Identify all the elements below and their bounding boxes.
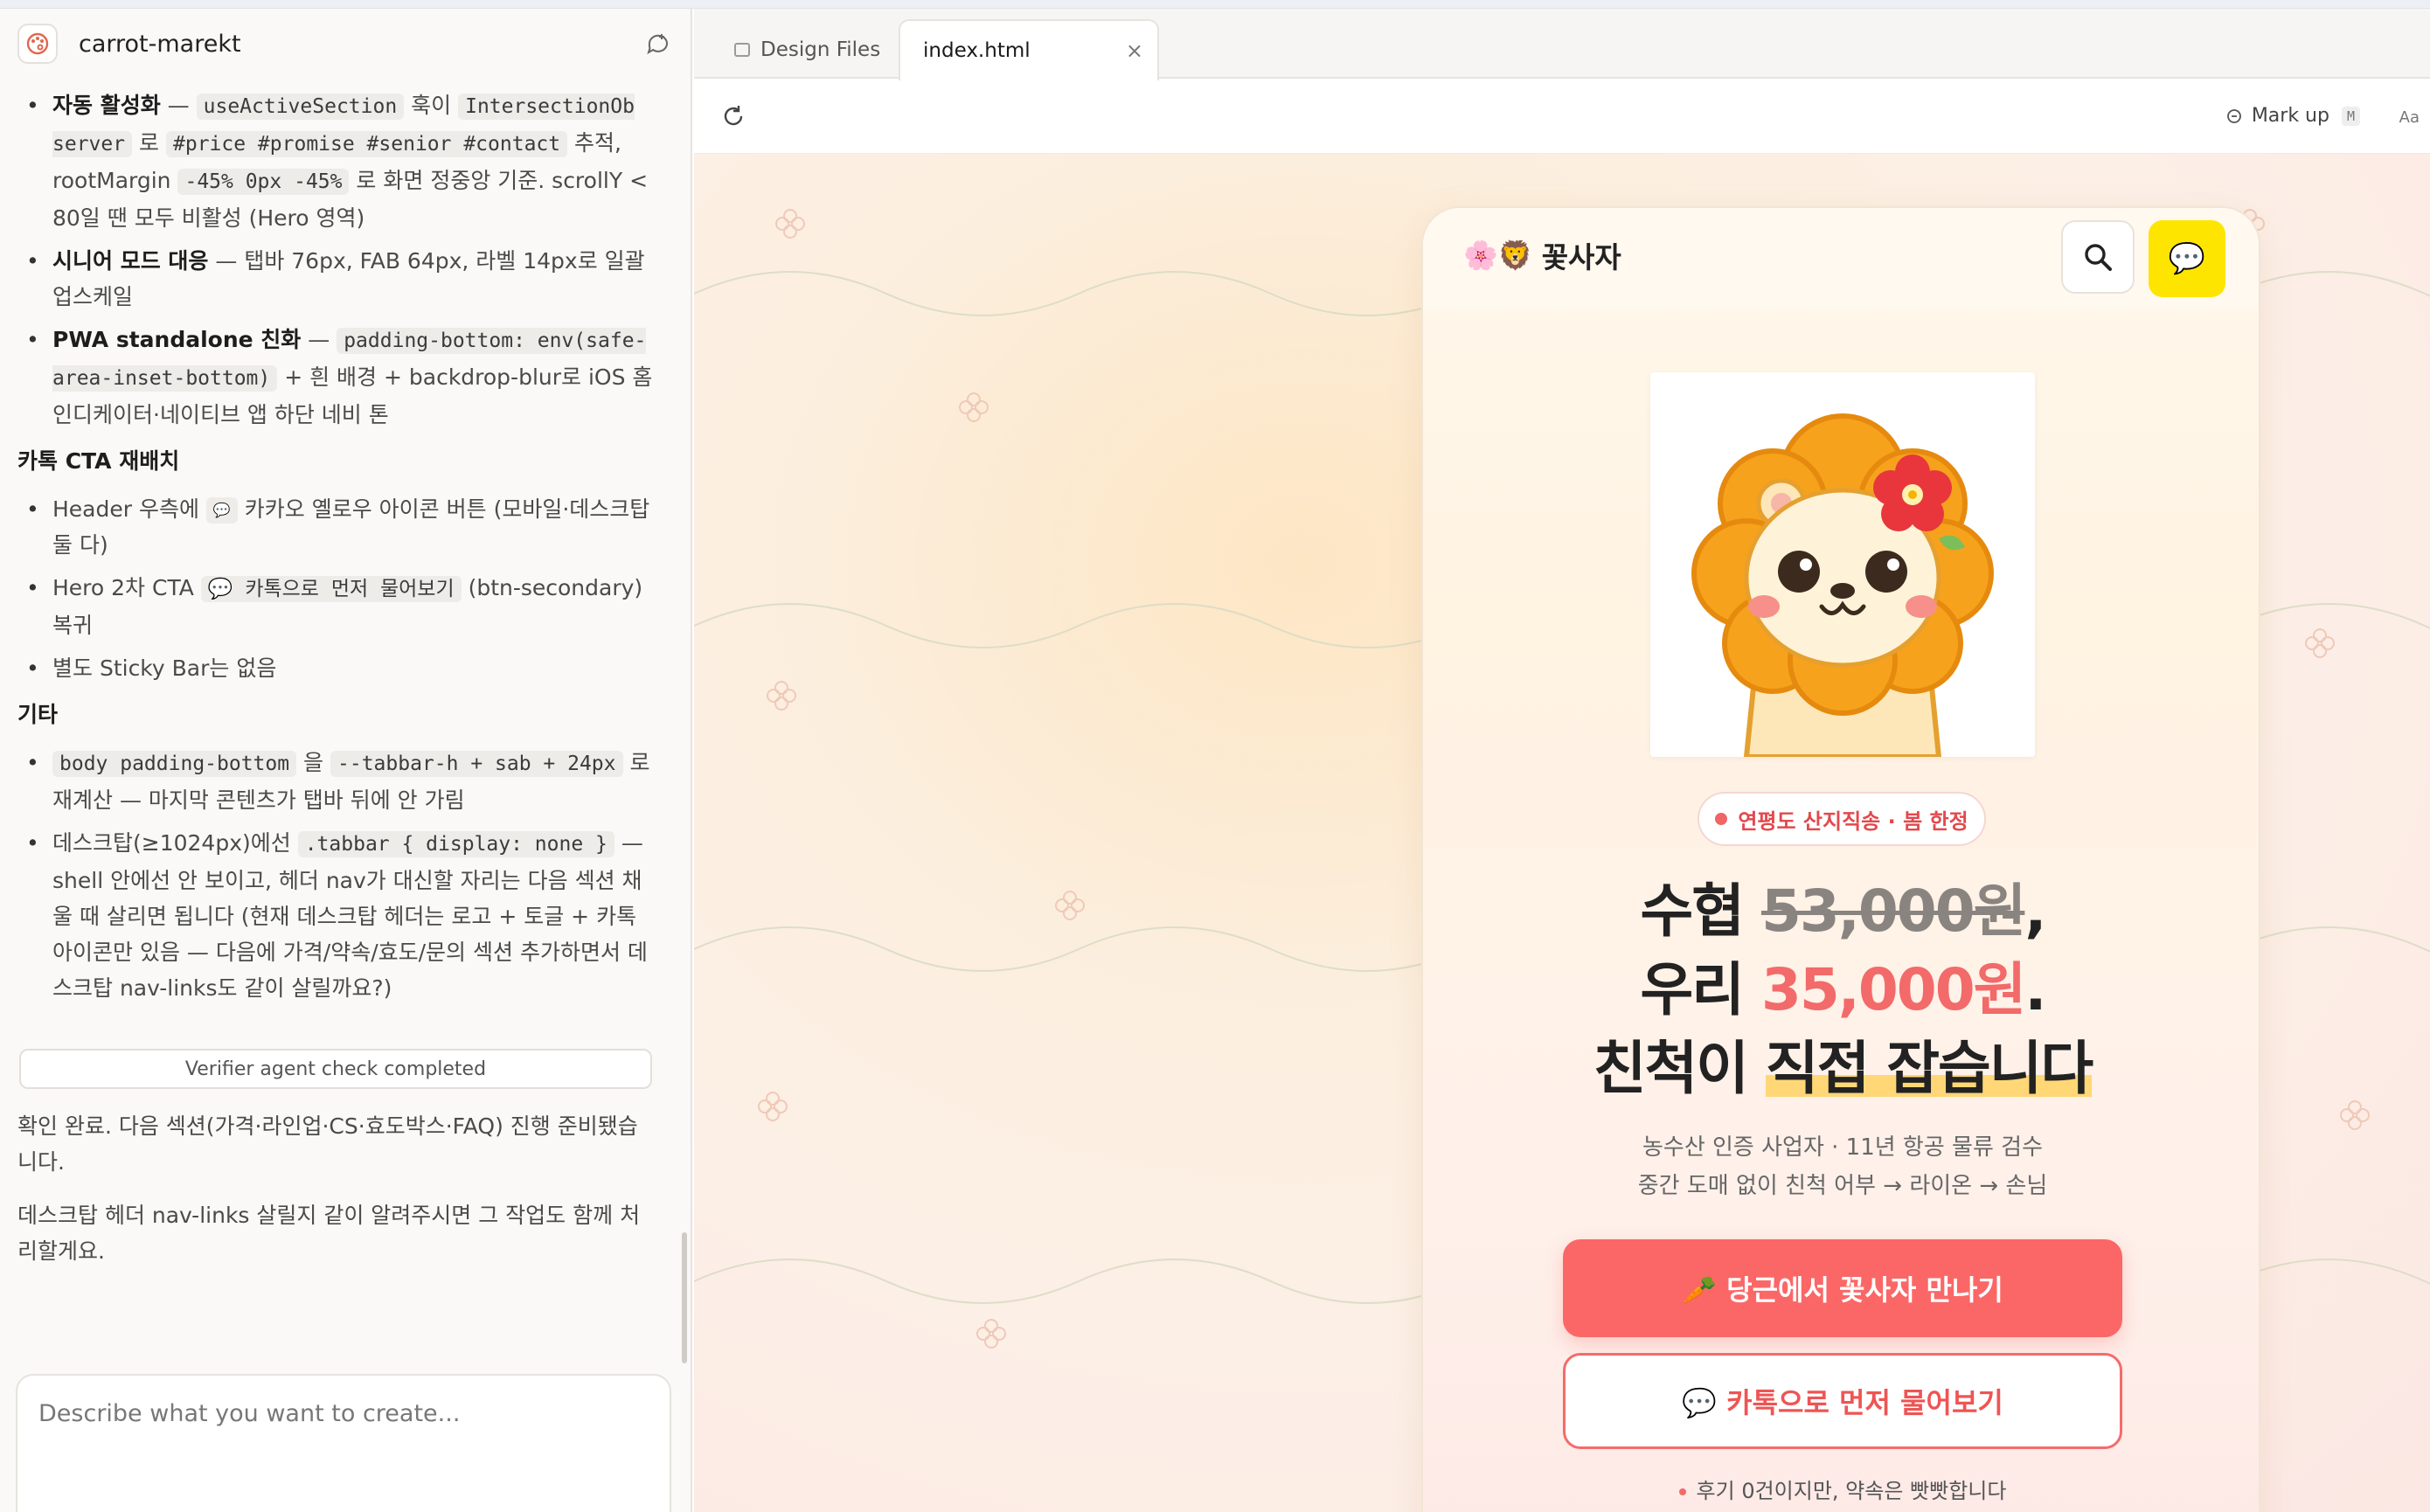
font-size-toggle[interactable]: Aa [2399, 108, 2420, 127]
list-item: Header 우측에 💬 카카오 옐로우 아이콘 버튼 (모바일·데스크탑 둘 … [17, 491, 656, 563]
brand-name: 꽃사자 [1541, 240, 1621, 274]
list-item: 데스크탑(≥1024px)에선 .tabbar { display: none … [17, 825, 656, 1006]
list-item: 시니어 모드 대응 — 탭바 76px, FAB 64px, 라벨 14px로 … [17, 243, 656, 315]
preview-toolbar: Mark up M Aa [694, 80, 2430, 154]
section-title-kakao: 카톡 CTA 재배치 [17, 448, 180, 474]
search-icon [2085, 244, 2112, 271]
hero-headline: 수협 53,000원, 우리 35,000원. 친척이 직접 잡습니다 [1423, 872, 2259, 1108]
search-button[interactable] [2061, 220, 2135, 294]
headline-line-3: 친척이 직접 잡습니다 [1593, 1035, 2093, 1102]
site-header: 🌸🦁 꽃사자 💬 [1423, 208, 2259, 308]
close-icon[interactable]: × [1126, 38, 1143, 63]
brand-emoji: 🌸🦁 [1463, 239, 1533, 272]
assistant-message: 데스크탑 헤더 nav-links 살릴지 같이 알려주시면 그 작업도 함께 … [17, 1203, 641, 1264]
list-item: 별도 Sticky Bar는 없음 [17, 650, 656, 686]
hero-subtitle-1: 농수산 인증 사업자 · 11년 항공 물류 검수 [1642, 1134, 2043, 1161]
verifier-status[interactable]: Verifier agent check completed [19, 1049, 652, 1089]
review-note: 후기 0건이지만, 약속은 빳빳합니다 [1423, 1474, 2259, 1504]
preview-panel: Design Files index.html × Mark up M Aa 🌸… [694, 9, 2430, 1512]
scrollbar[interactable] [682, 1232, 687, 1363]
chat-transcript: 자동 활성화 — useActiveSection 훅이 Intersectio… [17, 87, 656, 1013]
tab-bar: Design Files index.html × [694, 9, 2430, 80]
note-dot [1678, 1488, 1686, 1495]
chat-panel: carrot-marekt 자동 활성화 — useActiveSection … [0, 9, 692, 1512]
list-item: 자동 활성화 — useActiveSection 훅이 Intersectio… [17, 87, 656, 236]
tab-index-html[interactable]: index.html × [899, 19, 1159, 80]
lion-mascot-image [1650, 372, 2035, 759]
list-item: Hero 2차 CTA 💬 카톡으로 먼저 물어보기 (btn-secondar… [17, 570, 656, 643]
tab-design-files[interactable]: Design Files [734, 19, 880, 80]
list-item: body padding-bottom 을 --tabbar-h + sab +… [17, 745, 656, 818]
list-item: PWA standalone 친화 — padding-bottom: env(… [17, 322, 656, 433]
new-chat-icon[interactable] [645, 31, 671, 58]
headline-line-1: 수협 53,000원, [1640, 877, 2047, 945]
markup-icon [2226, 108, 2241, 123]
mobile-preview: 🌸🦁 꽃사자 💬 연평도 산지직송 · 봄 한정 수협 53,000원, 우리 … [1421, 206, 2260, 1512]
chat-bubble-icon: 💬 [205, 497, 238, 524]
palette-icon[interactable] [17, 24, 58, 64]
prompt-input[interactable]: Describe what you want to create... [16, 1374, 671, 1512]
preview-canvas: 🌸🦁 꽃사자 💬 연평도 산지직송 · 봄 한정 수협 53,000원, 우리 … [694, 154, 2430, 1512]
section-title-etc: 기타 [17, 702, 59, 727]
folder-icon [734, 43, 750, 57]
kakao-chat-button[interactable]: 💬 [2149, 220, 2225, 297]
origin-badge: 연평도 산지직송 · 봄 한정 [1698, 792, 1986, 846]
site-logo[interactable]: 🌸🦁 꽃사자 [1463, 234, 1621, 276]
chat-header: carrot-marekt [0, 9, 691, 79]
project-name[interactable]: carrot-marekt [79, 31, 241, 58]
assistant-message: 확인 완료. 다음 섹션(가격·라인업·CS·효도박스·FAQ) 진행 준비됐습… [17, 1113, 638, 1175]
badge-dot [1715, 813, 1728, 825]
reload-icon[interactable] [720, 103, 746, 129]
speech-bubble-icon: 💬 [2168, 241, 2206, 276]
carrot-cta-button[interactable]: 🥕 당근에서 꽃사자 만나기 [1563, 1239, 2122, 1337]
window-top-strip [0, 0, 2430, 9]
markup-button[interactable]: Mark up M [2225, 105, 2360, 127]
hero-subtitle-2: 중간 도매 없이 친척 어부 → 라이온 → 손님 [1637, 1173, 2048, 1199]
kakao-cta-button[interactable]: 💬 카톡으로 먼저 물어보기 [1563, 1353, 2122, 1449]
headline-line-2: 우리 35,000원. [1640, 956, 2047, 1023]
